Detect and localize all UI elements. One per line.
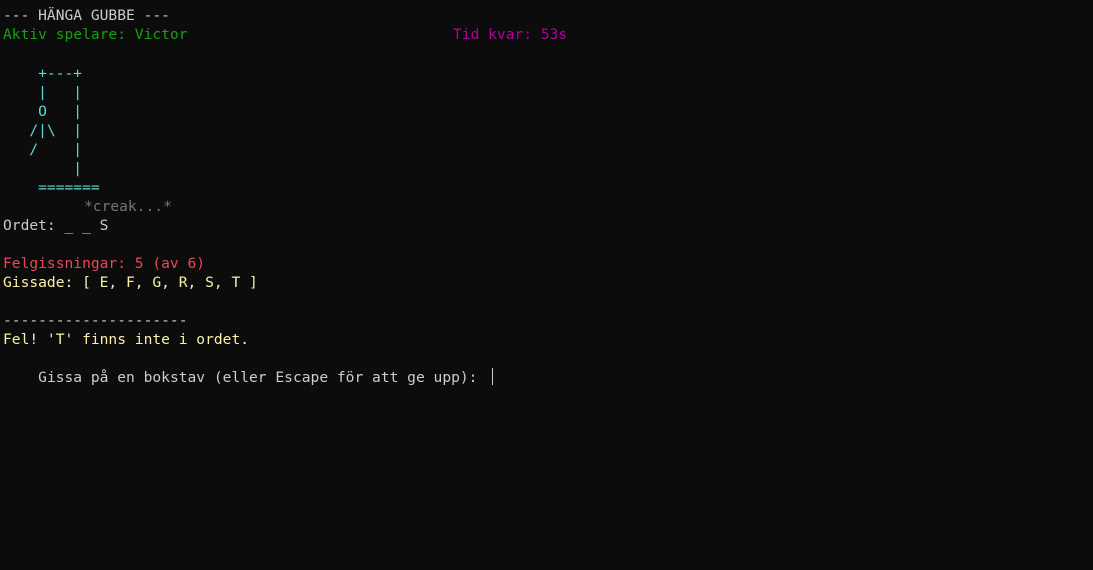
gallows-ascii-art: +---+ | | O | /|\ | / | | ======= [29, 65, 100, 196]
word-display: Ordet: _ _ S [3, 217, 109, 234]
feedback-message: Fel! 'T' finns inte i ordet. [3, 331, 250, 348]
terminal-window[interactable]: --- HÄNGA GUBBE --- Aktiv spelare: Victo… [0, 0, 1093, 570]
guess-prompt-line[interactable]: Gissa på en bokstav (eller Escape för at… [3, 349, 494, 386]
creak-sound-text: *creak...* [84, 198, 172, 215]
wrong-guesses-counter: Felgissningar: 5 (av 6) [3, 255, 206, 272]
guessed-letters-list: Gissade: [ E, F, G, R, S, T ] [3, 274, 258, 291]
separator-line: --------------------- [3, 312, 188, 329]
time-left-label: Tid kvar: 53s [453, 26, 568, 43]
guess-prompt-text: Gissa på en bokstav (eller Escape för at… [38, 369, 487, 386]
game-title: --- HÄNGA GUBBE --- [3, 7, 170, 24]
text-cursor [492, 368, 494, 385]
active-player-label: Aktiv spelare: Victor [3, 26, 188, 43]
